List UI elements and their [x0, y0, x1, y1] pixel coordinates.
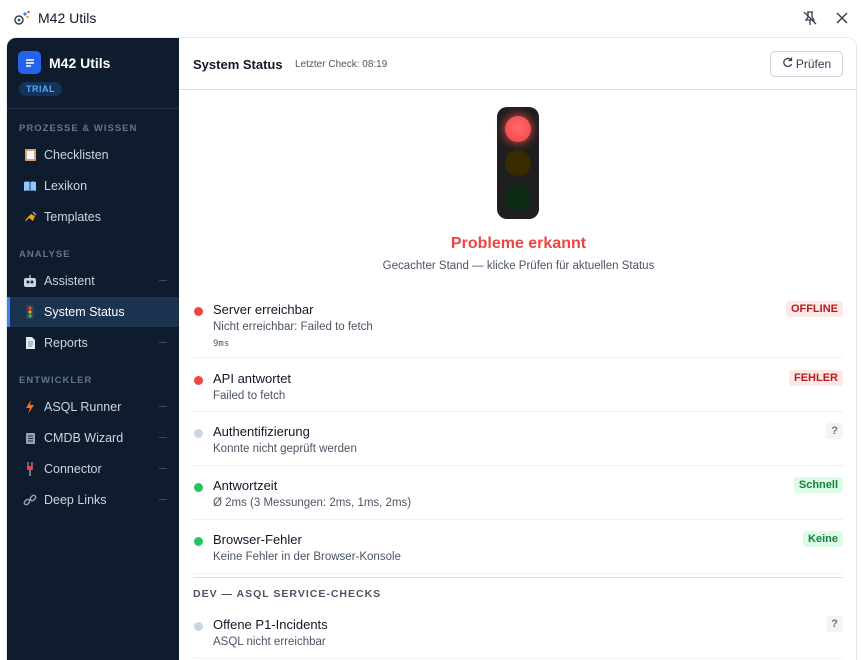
- check-latency: 9ms: [213, 339, 230, 349]
- check-button-label: Prüfen: [795, 57, 832, 71]
- traffic-light-icon: [23, 305, 37, 319]
- check-row-response-time: Antwortzeit Ø 2ms (3 Messungen: 2ms, 1ms…: [193, 476, 843, 520]
- collapse-dash-icon: [159, 437, 167, 438]
- status-dot-unknown: [194, 429, 203, 438]
- status-badge: OFFLINE: [785, 301, 843, 317]
- check-title: Browser-Fehler: [213, 532, 302, 547]
- window-title: M42 Utils: [38, 10, 97, 26]
- refresh-icon: [782, 57, 793, 71]
- sidebar-item-label: Deep Links: [44, 493, 107, 507]
- collapse-dash-icon: [159, 468, 167, 469]
- collapse-dash-icon: [159, 499, 167, 500]
- check-title: API antwortet: [213, 371, 292, 386]
- sidebar-item-checklisten[interactable]: Checklisten: [7, 140, 179, 170]
- section-label-prozesse: PROZESSE & WISSEN: [19, 123, 138, 134]
- database-icon: [23, 431, 37, 445]
- brand-name: M42 Utils: [49, 54, 111, 71]
- collapse-dash-icon: [159, 406, 167, 407]
- status-badge: ?: [826, 423, 843, 439]
- app-frame: M42 Utils TRIAL PROZESSE & WISSEN Checkl…: [6, 37, 857, 660]
- dev-section-label: DEV — ASQL SERVICE-CHECKS: [193, 588, 382, 600]
- close-icon[interactable]: [833, 9, 851, 27]
- check-title: Authentifizierung: [213, 424, 310, 439]
- status-badge: Keine: [803, 531, 843, 547]
- sidebar-item-asql-runner[interactable]: ASQL Runner: [7, 392, 179, 422]
- green-lamp: [505, 184, 531, 210]
- check-description: Ø 2ms (3 Messungen: 2ms, 1ms, 2ms): [213, 497, 412, 509]
- sidebar-item-label: CMDB Wizard: [44, 431, 124, 445]
- robot-icon: [23, 274, 37, 288]
- sidebar-item-label: Checklisten: [44, 148, 109, 162]
- check-description: Failed to fetch: [213, 390, 286, 402]
- sidebar-item-label: Connector: [44, 462, 102, 476]
- yellow-lamp: [505, 150, 531, 176]
- check-row-p1-incidents: Offene P1-Incidents ASQL nicht erreichba…: [193, 615, 843, 659]
- sidebar-item-system-status[interactable]: System Status: [7, 297, 179, 327]
- link-icon: [23, 493, 37, 507]
- sidebar-item-label: Lexikon: [44, 179, 88, 193]
- traffic-light: [497, 107, 539, 219]
- sidebar-item-lexikon[interactable]: Lexikon: [7, 171, 179, 201]
- main-content: System Status Letzter Check: 08:19 Prüfe…: [179, 38, 856, 660]
- app-logo-icon: [13, 9, 31, 27]
- status-subtitle: Gecachter Stand — klicke Prüfen für aktu…: [382, 260, 655, 272]
- page-title: System Status: [193, 57, 283, 72]
- check-description: ASQL nicht erreichbar: [213, 636, 326, 648]
- sidebar-item-label: ASQL Runner: [44, 400, 122, 414]
- sidebar-item-templates[interactable]: Templates: [7, 202, 179, 232]
- check-title: Server erreichbar: [213, 302, 314, 317]
- collapse-dash-icon: [159, 280, 167, 281]
- book-icon: [23, 179, 37, 193]
- sidebar-item-connector[interactable]: Connector: [7, 454, 179, 484]
- sidebar-divider: [7, 108, 179, 109]
- dev-section-divider: [193, 577, 843, 578]
- status-dot-error: [194, 376, 203, 385]
- sidebar-item-cmdb-wizard[interactable]: CMDB Wizard: [7, 423, 179, 453]
- status-badge: Schnell: [793, 477, 843, 493]
- collapse-dash-icon: [159, 342, 167, 343]
- check-description: Keine Fehler in der Browser-Konsole: [213, 551, 401, 563]
- status-dot-unknown: [194, 622, 203, 631]
- check-row-api: API antwortet Failed to fetch FEHLER: [193, 369, 843, 412]
- check-description: Konnte nicht geprüft werden: [213, 443, 357, 455]
- brand: M42 Utils: [18, 51, 110, 74]
- sidebar-item-label: System Status: [44, 305, 125, 319]
- document-icon: [23, 336, 37, 350]
- check-button[interactable]: Prüfen: [770, 51, 843, 77]
- lightning-icon: [23, 400, 37, 414]
- title-bar: M42 Utils: [0, 0, 861, 36]
- pin-icon[interactable]: [801, 9, 819, 27]
- writing-hand-icon: [23, 210, 37, 224]
- status-dot-ok: [194, 483, 203, 492]
- check-title: Offene P1-Incidents: [213, 617, 328, 632]
- last-check-timestamp: Letzter Check: 08:19: [295, 59, 388, 70]
- check-row-server: Server erreichbar Nicht erreichbar: Fail…: [193, 300, 843, 358]
- status-badge: FEHLER: [789, 370, 843, 386]
- section-label-analyse: ANALYSE: [19, 249, 71, 260]
- sidebar-item-assistent[interactable]: Assistent: [7, 266, 179, 296]
- sidebar-item-label: Reports: [44, 336, 88, 350]
- check-row-browser-errors: Browser-Fehler Keine Fehler in der Brows…: [193, 530, 843, 574]
- red-lamp: [505, 116, 531, 142]
- plug-icon: [23, 462, 37, 476]
- sidebar-item-label: Templates: [44, 210, 101, 224]
- sidebar: M42 Utils TRIAL PROZESSE & WISSEN Checkl…: [7, 38, 179, 660]
- check-title: Antwortzeit: [213, 478, 278, 493]
- status-dot-ok: [194, 537, 203, 546]
- page-header: System Status Letzter Check: 08:19 Prüfe…: [179, 38, 856, 90]
- status-dot-error: [194, 307, 203, 316]
- sidebar-item-deep-links[interactable]: Deep Links: [7, 485, 179, 515]
- status-headline: Probleme erkannt: [450, 235, 587, 252]
- sidebar-item-label: Assistent: [44, 274, 95, 288]
- check-row-auth: Authentifizierung Konnte nicht geprüft w…: [193, 422, 843, 466]
- sidebar-item-reports[interactable]: Reports: [7, 328, 179, 358]
- status-badge: ?: [826, 616, 843, 632]
- brand-logo-icon: [18, 51, 41, 74]
- section-label-entwickler: ENTWICKLER: [19, 375, 93, 386]
- clipboard-icon: [23, 148, 37, 162]
- check-description: Nicht erreichbar: Failed to fetch: [213, 321, 373, 333]
- trial-badge: TRIAL: [19, 82, 62, 96]
